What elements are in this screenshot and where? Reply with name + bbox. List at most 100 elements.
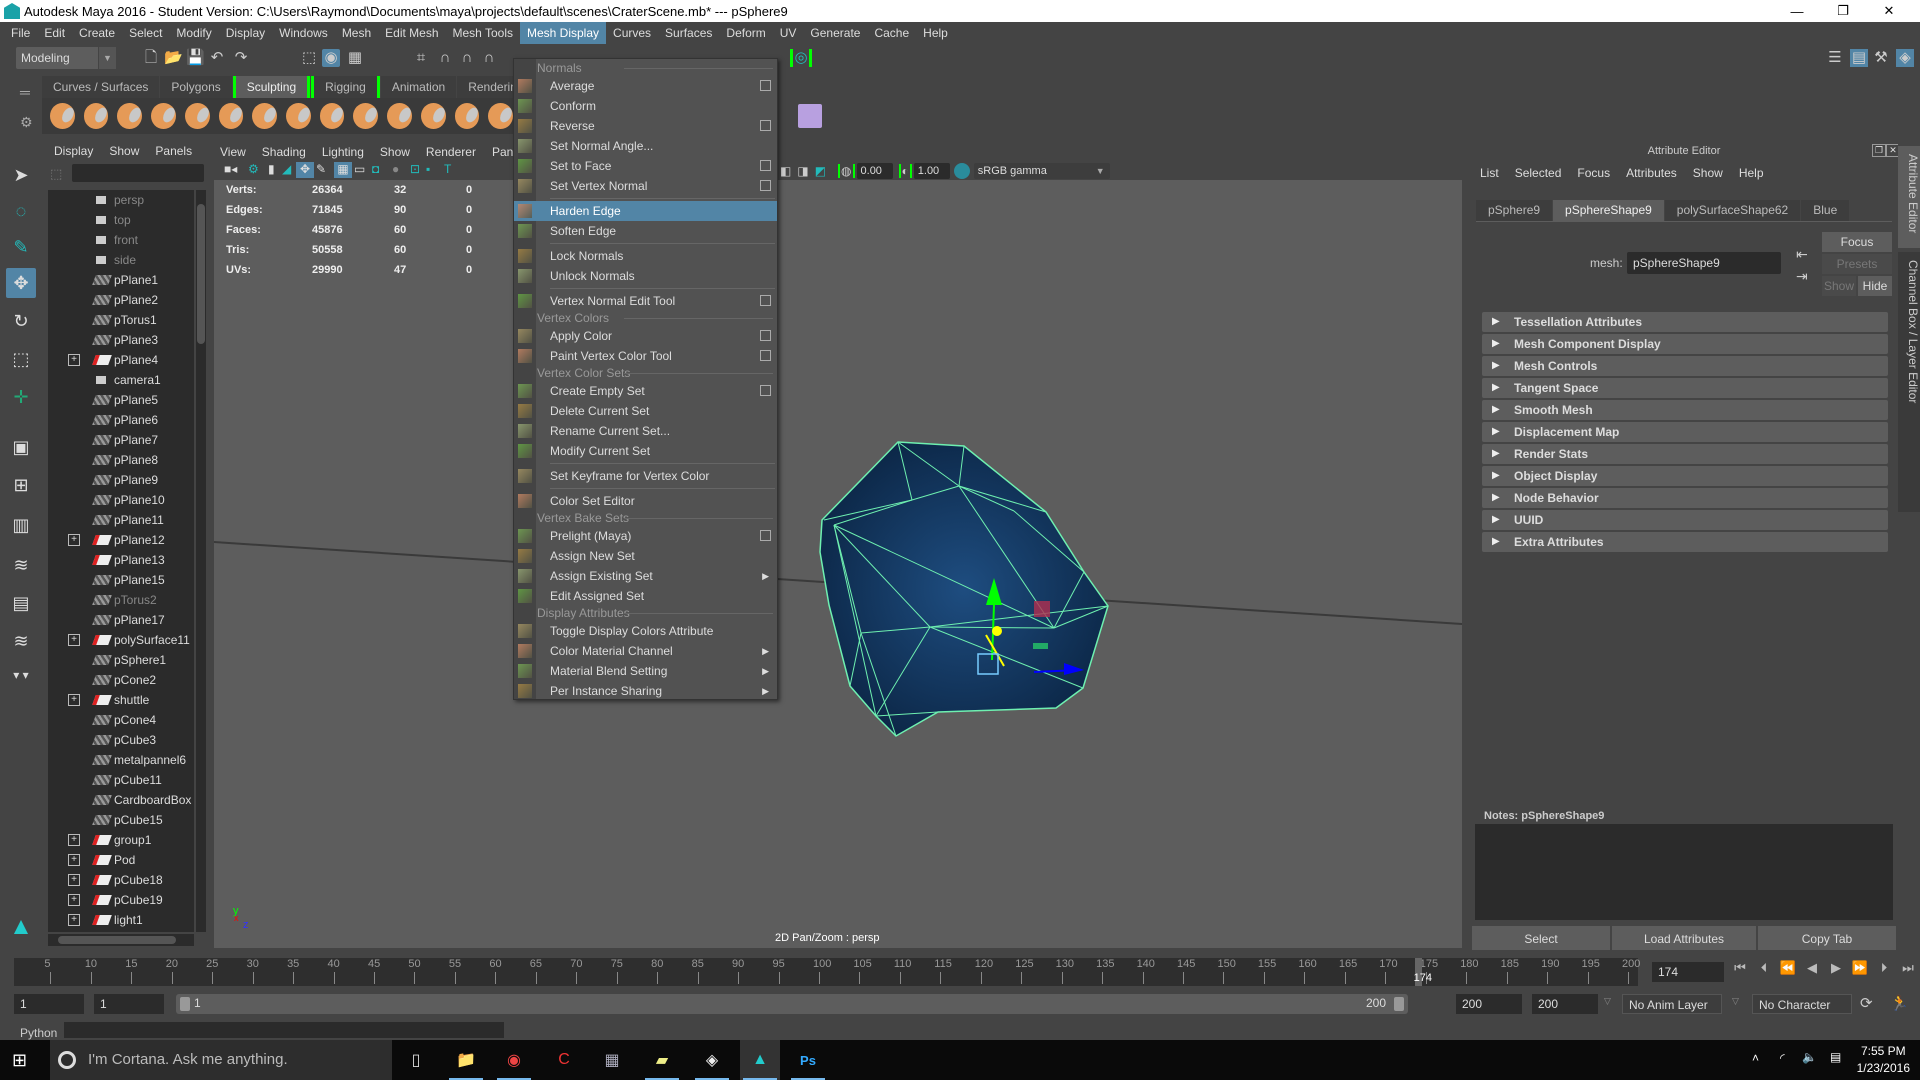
- manipulator-tool-icon[interactable]: ✛: [6, 382, 36, 412]
- flatten-tool-icon[interactable]: [218, 103, 244, 129]
- animation-preferences-icon[interactable]: 🏃: [1890, 994, 1909, 1012]
- scale-tool-icon[interactable]: ⬚: [6, 344, 36, 374]
- exposure-input[interactable]: 0.00: [856, 163, 893, 179]
- menu-surfaces[interactable]: Surfaces: [658, 22, 719, 44]
- sculpt-tool-icon[interactable]: [50, 103, 75, 129]
- menu-item-rename-current-set[interactable]: Rename Current Set...: [514, 421, 777, 441]
- snap-point-icon[interactable]: ∩: [458, 49, 476, 67]
- outliner-horizontal-scrollbar[interactable]: [48, 934, 194, 946]
- select-tool-icon[interactable]: ➤: [6, 160, 36, 190]
- safe-title-icon[interactable]: T: [444, 162, 451, 176]
- command-input[interactable]: [64, 1022, 504, 1038]
- outliner-item[interactable]: metalpannel6: [48, 750, 194, 770]
- shelf-tab-rigging[interactable]: Rigging: [311, 76, 380, 98]
- menu-generate[interactable]: Generate: [803, 22, 867, 44]
- go-to-end-icon[interactable]: ⏭: [1896, 960, 1920, 976]
- menu-item-vertex-normal-edit-tool[interactable]: Vertex Normal Edit Tool: [514, 291, 777, 311]
- paint-select-tool-icon[interactable]: ✎: [6, 232, 36, 262]
- save-scene-icon[interactable]: 💾: [186, 49, 205, 67]
- attr-section-mesh-controls[interactable]: ▶ Mesh Controls: [1482, 356, 1888, 376]
- outliner-item[interactable]: pPlane9: [48, 470, 194, 490]
- gear-icon[interactable]: ⚙: [20, 114, 33, 131]
- menu-edit-mesh[interactable]: Edit Mesh: [378, 22, 445, 44]
- menu-create[interactable]: Create: [72, 22, 122, 44]
- menu-mesh[interactable]: Mesh: [335, 22, 378, 44]
- menu-item-material-blend-setting[interactable]: Material Blend Setting ▶: [514, 661, 777, 681]
- safe-action-icon[interactable]: ▪: [426, 162, 430, 176]
- shelf-tab-sculpting[interactable]: Sculpting: [232, 76, 311, 98]
- redo-icon[interactable]: ↷: [232, 49, 250, 67]
- outliner-item[interactable]: pCone2: [48, 670, 194, 690]
- select-component-icon[interactable]: ▦: [346, 49, 364, 67]
- outliner-item[interactable]: pCube3: [48, 730, 194, 750]
- windows-start-icon[interactable]: ⊞: [12, 1050, 27, 1071]
- menu-item-set-to-face[interactable]: Set to Face: [514, 156, 777, 176]
- animation-end-input[interactable]: 200: [1532, 994, 1598, 1014]
- outliner-search-input[interactable]: [72, 164, 204, 182]
- chevron-down-icon[interactable]: ▽: [1604, 996, 1611, 1007]
- tab-attribute-editor[interactable]: Attribute Editor: [1898, 146, 1920, 248]
- hide-button[interactable]: Hide: [1858, 276, 1892, 296]
- attr-section-smooth-mesh[interactable]: ▶ Smooth Mesh: [1482, 400, 1888, 420]
- menu-item-set-keyframe-for-vertex-color[interactable]: Set Keyframe for Vertex Color: [514, 466, 777, 486]
- menu-item-color-set-editor[interactable]: Color Set Editor: [514, 491, 777, 511]
- menu-help[interactable]: Help: [916, 22, 955, 44]
- lasso-tool-icon[interactable]: ◌: [6, 196, 36, 226]
- spray-tool-icon[interactable]: [286, 103, 311, 129]
- option-box-icon[interactable]: [760, 350, 771, 361]
- outliner-item[interactable]: side: [48, 250, 194, 270]
- shelf-tab-animation[interactable]: Animation: [380, 76, 457, 98]
- grid-icon[interactable]: ▦: [334, 162, 352, 178]
- go-to-start-icon[interactable]: ⏮: [1728, 960, 1752, 976]
- color-management-toggle-icon[interactable]: [953, 163, 970, 179]
- outliner-item[interactable]: pPlane10: [48, 490, 194, 510]
- show-button[interactable]: Show: [1822, 276, 1856, 296]
- maximize-button[interactable]: ❐: [1820, 0, 1866, 22]
- resolution-gate-icon[interactable]: ◘: [372, 162, 379, 176]
- menu-windows[interactable]: Windows: [272, 22, 335, 44]
- presets-button[interactable]: Presets: [1822, 254, 1892, 274]
- expand-icon[interactable]: +: [68, 894, 80, 906]
- shelf-tab-curves-surfaces[interactable]: Curves / Surfaces: [42, 76, 160, 98]
- show-hidden-icons-icon[interactable]: ˄: [1752, 1051, 1759, 1065]
- anim-layout-icon[interactable]: ≋: [6, 626, 36, 656]
- expand-icon[interactable]: +: [68, 854, 80, 866]
- cortana-search[interactable]: I'm Cortana. Ask me anything.: [50, 1040, 392, 1080]
- new-scene-icon[interactable]: 🗋: [142, 49, 160, 67]
- menu-item-lock-normals[interactable]: Lock Normals: [514, 246, 777, 266]
- menu-modify[interactable]: Modify: [169, 22, 218, 44]
- menu-cache[interactable]: Cache: [867, 22, 916, 44]
- attr-section-displacement-map[interactable]: ▶ Displacement Map: [1482, 422, 1888, 442]
- outliner-item[interactable]: pPlane15: [48, 570, 194, 590]
- attr-tab-psphere9[interactable]: pSphere9: [1476, 200, 1553, 221]
- shelf-tab-polygons[interactable]: Polygons: [160, 76, 232, 98]
- menu-item-unlock-normals[interactable]: Unlock Normals: [514, 266, 777, 286]
- menu-mesh-display[interactable]: Mesh Display: [520, 22, 607, 44]
- outliner-item[interactable]: + light1: [48, 910, 194, 930]
- move-tool-icon[interactable]: ✥: [6, 268, 36, 298]
- attr-tab-blue[interactable]: Blue: [1801, 200, 1850, 221]
- outliner-item[interactable]: pCone4: [48, 710, 194, 730]
- open-scene-icon[interactable]: 📂: [164, 49, 183, 67]
- playback-end-input[interactable]: 200: [1456, 994, 1522, 1014]
- modeling-toolkit-icon[interactable]: ☰: [1826, 49, 1844, 67]
- scrape-tool-icon[interactable]: [420, 103, 446, 129]
- menu-mesh-tools[interactable]: Mesh Tools: [446, 22, 520, 44]
- outliner-item[interactable]: front: [48, 230, 194, 250]
- menu-item-create-empty-set[interactable]: Create Empty Set: [514, 381, 777, 401]
- gate-mask-icon[interactable]: ●: [392, 162, 399, 176]
- grab-tool-icon[interactable]: [151, 103, 176, 129]
- filter-icon[interactable]: ⬚: [50, 166, 62, 182]
- rotate-tool-icon[interactable]: ↻: [6, 306, 36, 336]
- viewport-menu-shading[interactable]: Shading: [262, 145, 306, 159]
- snap-view-icon[interactable]: ∩: [480, 49, 498, 67]
- camera-icon[interactable]: ■◂: [224, 162, 237, 176]
- menu-item-assign-existing-set[interactable]: Assign Existing Set ▶: [514, 566, 777, 586]
- field-chart-icon[interactable]: ⊡: [410, 162, 420, 176]
- character-set-select[interactable]: No Character Set: [1752, 994, 1852, 1032]
- outliner-item[interactable]: pCube15: [48, 810, 194, 830]
- xray-joints-icon[interactable]: ◩: [815, 164, 826, 178]
- outliner-menu-panels[interactable]: Panels: [155, 144, 192, 158]
- menu-uv[interactable]: UV: [773, 22, 804, 44]
- select-button[interactable]: Select: [1472, 926, 1610, 952]
